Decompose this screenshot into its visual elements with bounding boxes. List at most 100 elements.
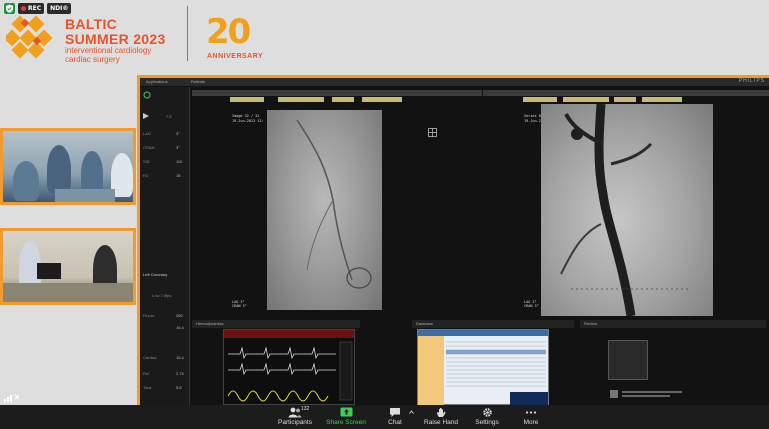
laptop-shape	[37, 263, 61, 279]
sid-label: SID	[143, 159, 150, 164]
dose-value: 15.4	[176, 355, 184, 360]
floor-shape	[3, 283, 133, 302]
raise-hand-button[interactable]: Raise Hand	[420, 405, 462, 429]
shield-icon[interactable]	[4, 3, 15, 14]
menu-patients[interactable]: Patients	[191, 79, 205, 84]
status-badges: REC NDI®	[4, 3, 72, 14]
participants-label: Participants	[278, 419, 312, 426]
brand-tagline-2: cardiac surgery	[65, 55, 120, 64]
hemodynamics-header[interactable]: Hemodynamics	[192, 320, 360, 328]
image-counter: Image 32 / 32	[232, 114, 260, 118]
fluoroscopy-image-left[interactable]	[267, 110, 382, 310]
meeting-stage: REC NDI® BALTIC SUMMER 2023 intervention…	[0, 0, 769, 405]
series-angle: LAO 3° CRAN 3°	[524, 300, 539, 308]
acquisition-panel: 7.5 LAO 3° CRAN 3° SID 110 FD 15 Left Co…	[140, 87, 190, 405]
share-screen-button[interactable]: Share Screen	[322, 405, 370, 429]
viewer-tab[interactable]	[523, 97, 557, 102]
review-text-line	[622, 391, 682, 393]
angle-value: 3°	[176, 131, 180, 136]
database-table	[446, 341, 546, 387]
record-dot-icon	[21, 6, 26, 11]
ecg-alarm-bar	[224, 330, 354, 338]
acquisition-setting[interactable]: Low 7.5fps	[152, 293, 171, 298]
database-header[interactable]: Database	[412, 320, 574, 328]
participant-figure	[47, 145, 71, 193]
video-tile-operating-room[interactable]	[0, 128, 136, 205]
review-header[interactable]: Review	[580, 320, 766, 328]
gear-icon	[482, 408, 492, 417]
brand-title: BALTIC	[65, 16, 118, 32]
chat-label: Chat	[388, 419, 402, 426]
dose-label: Fluoro	[143, 313, 155, 318]
anniversary-number: 20	[206, 12, 251, 52]
dose-value: 5.6	[176, 385, 182, 390]
ecg-monitor	[223, 329, 355, 405]
angle-label: CRAN	[143, 145, 155, 150]
review-mini-icon	[610, 390, 618, 398]
viewer-toolbar	[192, 90, 482, 96]
shared-screen[interactable]: Applications Patients PHILIPS 7.5 LAO 3°…	[137, 75, 769, 405]
acquisition-protocol[interactable]: Left Coronary	[143, 272, 167, 277]
share-screen-label: Share Screen	[326, 419, 366, 426]
brand-tagline-1: interventional cardiology	[65, 46, 152, 55]
vendor-label: PHILIPS	[738, 78, 765, 84]
participants-icon	[288, 407, 302, 418]
dose-label: Cardiac	[143, 355, 157, 360]
viewer-tab[interactable]	[332, 97, 354, 102]
chat-icon	[390, 408, 400, 417]
sid-value: 110	[176, 159, 183, 164]
fd-value: 15	[176, 173, 181, 178]
raise-hand-icon	[436, 408, 445, 417]
viewer-tab[interactable]	[230, 97, 264, 102]
fluoroscopy-image-right[interactable]	[541, 104, 713, 316]
play-icon[interactable]	[143, 113, 149, 119]
ecg-waveform	[227, 341, 353, 402]
power-icon	[143, 91, 151, 99]
anniversary-label: ANNIVERSARY	[207, 53, 264, 60]
app-menubar: Applications Patients	[140, 78, 769, 86]
settings-button[interactable]: Settings	[470, 405, 504, 429]
database-sidebar	[418, 336, 444, 405]
participants-button[interactable]: Participants	[274, 405, 316, 429]
network-signal-icon[interactable]	[4, 393, 20, 402]
participants-count: 132	[301, 406, 310, 412]
fd-label: FD	[143, 173, 149, 178]
share-screen-icon	[340, 407, 352, 417]
dose-label: Ref	[143, 371, 150, 376]
image-angle: LAO 3° CRAN 3°	[232, 300, 247, 308]
more-icon	[525, 411, 537, 414]
ndi-label: NDI®	[50, 5, 69, 12]
viewer-tab[interactable]	[278, 97, 324, 102]
viewer-tab[interactable]	[642, 97, 682, 102]
more-button[interactable]: More	[518, 405, 544, 429]
brand-divider	[187, 6, 188, 61]
database-window[interactable]	[417, 329, 549, 405]
viewer-tab[interactable]	[362, 97, 402, 102]
angle-label: LAO	[143, 131, 152, 136]
brand-subtitle: SUMMER 2023	[65, 31, 166, 47]
viewer-tab[interactable]	[614, 97, 636, 102]
chevron-up-icon[interactable]	[409, 410, 414, 414]
meeting-toolbar: Participants 132 Share Screen Chat Raise…	[0, 405, 769, 429]
viewer-toolbar	[483, 90, 769, 96]
more-label: More	[523, 419, 539, 426]
table-shape	[55, 189, 115, 202]
recording-badge[interactable]: REC	[18, 3, 45, 14]
dose-value: 260	[176, 313, 183, 318]
settings-label: Settings	[475, 419, 499, 426]
ndi-badge[interactable]: NDI®	[47, 3, 72, 14]
viewer-tab[interactable]	[563, 97, 609, 102]
vessel-overlay	[560, 104, 691, 316]
menu-applications[interactable]: Applications	[146, 79, 168, 84]
raise-hand-label: Raise Hand	[424, 419, 458, 426]
chat-button[interactable]: Chat	[380, 405, 410, 429]
dose-label: Total	[143, 385, 152, 390]
review-thumbnail[interactable]	[608, 340, 648, 380]
series-label: Series 8	[524, 114, 541, 118]
image-date: 19-Jun-2023 12:	[232, 119, 264, 123]
angle-value: 3°	[176, 145, 180, 150]
grid-icon[interactable]	[428, 128, 437, 137]
preview-thumbnail	[510, 392, 548, 405]
dose-value: 2.74	[176, 371, 184, 376]
video-tile-studio[interactable]	[0, 228, 136, 305]
